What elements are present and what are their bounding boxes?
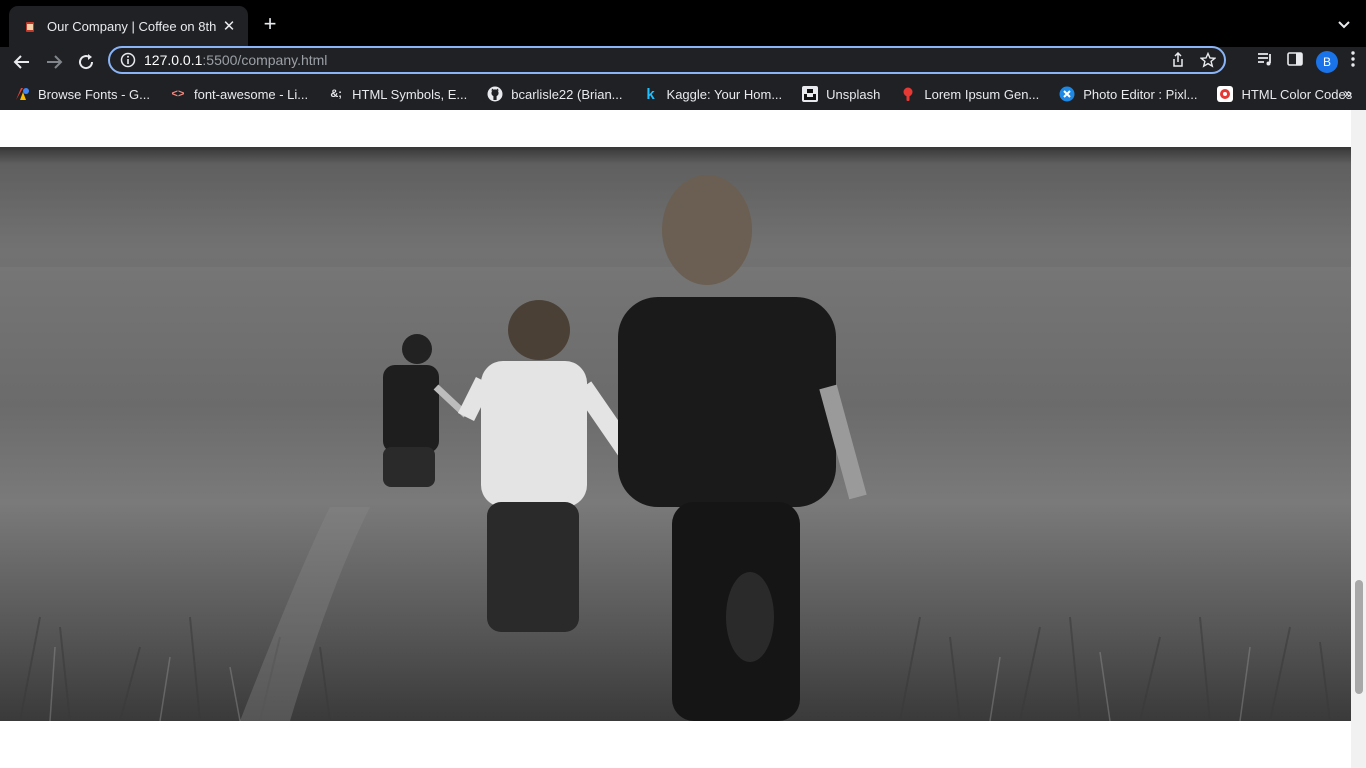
- bookmark-unsplash[interactable]: Unsplash: [802, 86, 880, 102]
- bookmark-html-color-codes[interactable]: HTML Color Codes: [1217, 86, 1352, 102]
- hero-photo-children-running-in-field: [0, 147, 1351, 721]
- bookmark-label: Photo Editor : Pixl...: [1083, 86, 1198, 102]
- reload-icon[interactable]: [73, 49, 99, 75]
- bookmark-label: HTML Symbols, E...: [352, 86, 468, 102]
- bookmarks-overflow-icon[interactable]: »: [1344, 85, 1352, 102]
- bookmark-label: Kaggle: Your Hom...: [666, 86, 783, 102]
- bookmark-html-symbols[interactable]: &; HTML Symbols, E...: [328, 86, 467, 102]
- bookmark-label: Unsplash: [826, 86, 881, 102]
- media-control-icon[interactable]: [1256, 50, 1274, 73]
- address-bar[interactable]: 127.0.0.1:5500/company.html: [108, 46, 1226, 74]
- html-color-codes-icon: [1217, 86, 1234, 102]
- site-info-icon[interactable]: [120, 52, 136, 68]
- new-tab-button[interactable]: +: [258, 13, 282, 37]
- bookmark-star-icon[interactable]: [1199, 51, 1217, 73]
- tab-close-icon[interactable]: ✕: [220, 18, 238, 36]
- tab-title: Our Company | Coffee on 8th: [47, 19, 217, 34]
- active-tab[interactable]: Our Company | Coffee on 8th ✕: [9, 6, 248, 47]
- page-scrollbar[interactable]: [1351, 110, 1366, 768]
- bookmark-kaggle[interactable]: k Kaggle: Your Hom...: [643, 85, 783, 103]
- bookmark-label: Browse Fonts - G...: [38, 86, 150, 102]
- lorem-ipsum-icon: [900, 86, 916, 102]
- url-host: 127.0.0.1: [144, 52, 203, 68]
- bookmark-google-fonts[interactable]: Browse Fonts - G...: [14, 86, 150, 102]
- profile-avatar[interactable]: B: [1316, 50, 1338, 73]
- forward-arrow-icon[interactable]: [41, 49, 67, 75]
- page-content: [0, 110, 1351, 768]
- share-icon[interactable]: [1170, 51, 1186, 73]
- browser-toolbar: 127.0.0.1:5500/company.html B: [0, 46, 1366, 78]
- bookmark-label: Lorem Ipsum Gen...: [924, 86, 1040, 102]
- pixlr-icon: [1059, 86, 1075, 102]
- github-icon: [487, 86, 503, 102]
- child-far-figure: [383, 334, 469, 487]
- bookmarks-bar: Browse Fonts - G... <> font-awesome - Li…: [0, 78, 1366, 110]
- ampersand-icon: &;: [330, 88, 342, 100]
- unsplash-icon: [802, 86, 819, 102]
- google-fonts-icon: [14, 86, 30, 102]
- coffee-cup-icon: [23, 20, 37, 34]
- tab-search-chevron-icon[interactable]: [1334, 14, 1354, 34]
- kaggle-icon: k: [646, 85, 655, 103]
- bookmark-pixlr[interactable]: Photo Editor : Pixl...: [1059, 86, 1197, 102]
- bookmark-lorem-ipsum[interactable]: Lorem Ipsum Gen...: [900, 86, 1039, 102]
- url-text: 127.0.0.1:5500/company.html: [144, 52, 327, 68]
- bookmark-github[interactable]: bcarlisle22 (Brian...: [487, 86, 623, 102]
- scrollbar-thumb[interactable]: [1355, 580, 1363, 694]
- url-path: :5500/company.html: [202, 52, 328, 68]
- tab-strip: Our Company | Coffee on 8th ✕ +: [0, 0, 1366, 47]
- back-arrow-icon[interactable]: [9, 49, 35, 75]
- side-panel-icon[interactable]: [1286, 50, 1304, 73]
- bookmark-label: HTML Color Codes: [1241, 86, 1353, 102]
- bookmark-label: bcarlisle22 (Brian...: [511, 86, 623, 102]
- bookmark-font-awesome[interactable]: <> font-awesome - Li...: [170, 86, 309, 102]
- kebab-menu-icon[interactable]: [1350, 50, 1356, 73]
- bookmark-label: font-awesome - Li...: [193, 86, 309, 102]
- code-brackets-icon: <>: [171, 88, 185, 100]
